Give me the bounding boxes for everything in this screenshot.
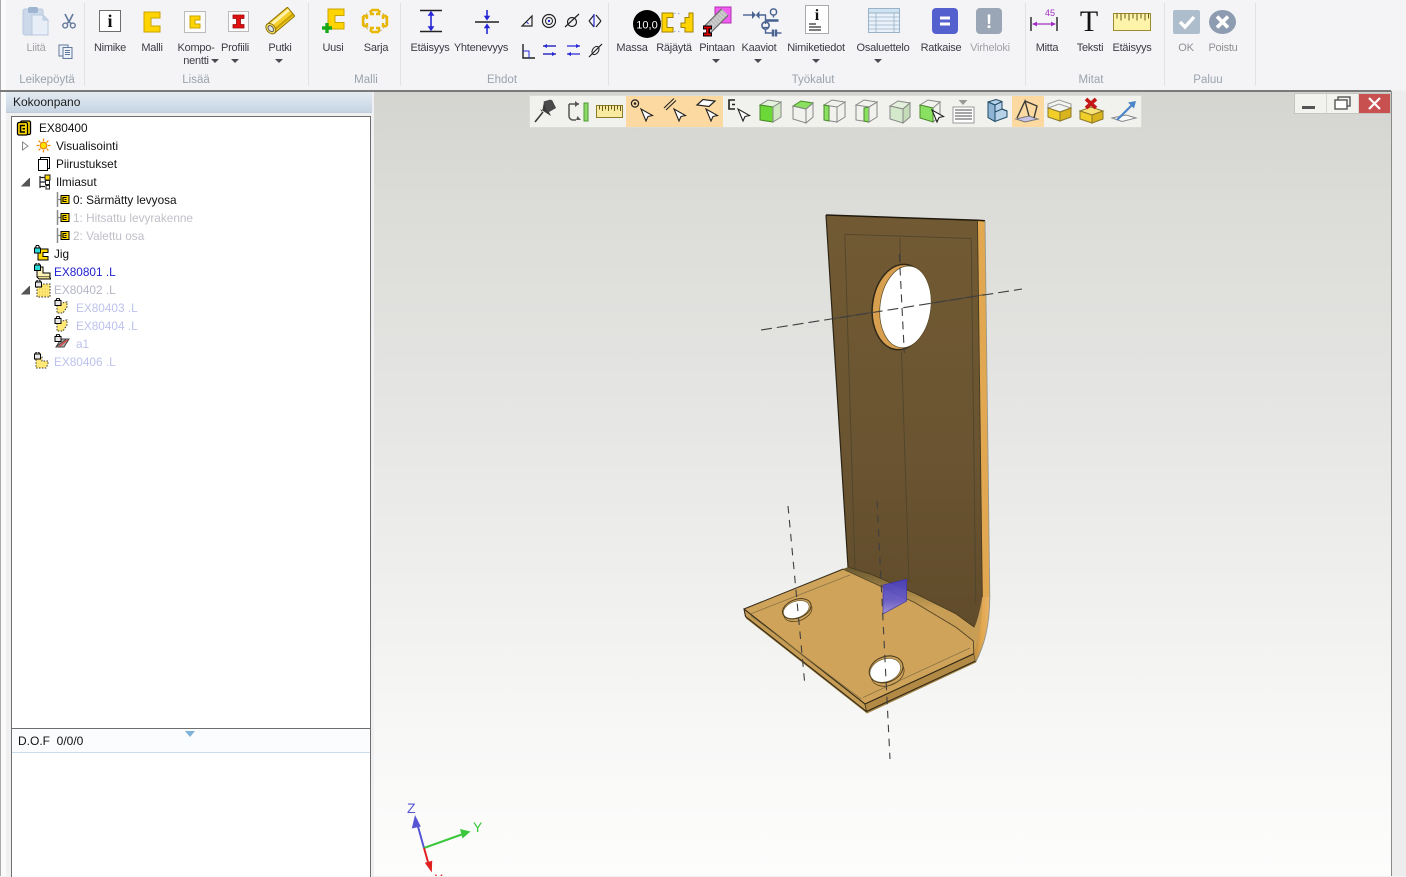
svg-text:i: i [815, 7, 820, 24]
svg-text:10,0: 10,0 [636, 20, 657, 32]
svg-text:X: X [434, 871, 444, 876]
svg-text:Y: Y [473, 819, 483, 835]
svg-text:45: 45 [1045, 8, 1055, 18]
svg-text:i: i [107, 11, 112, 31]
svg-text:!: ! [986, 12, 992, 33]
svg-text:T: T [1080, 8, 1098, 34]
svg-text:Z: Z [407, 800, 416, 816]
